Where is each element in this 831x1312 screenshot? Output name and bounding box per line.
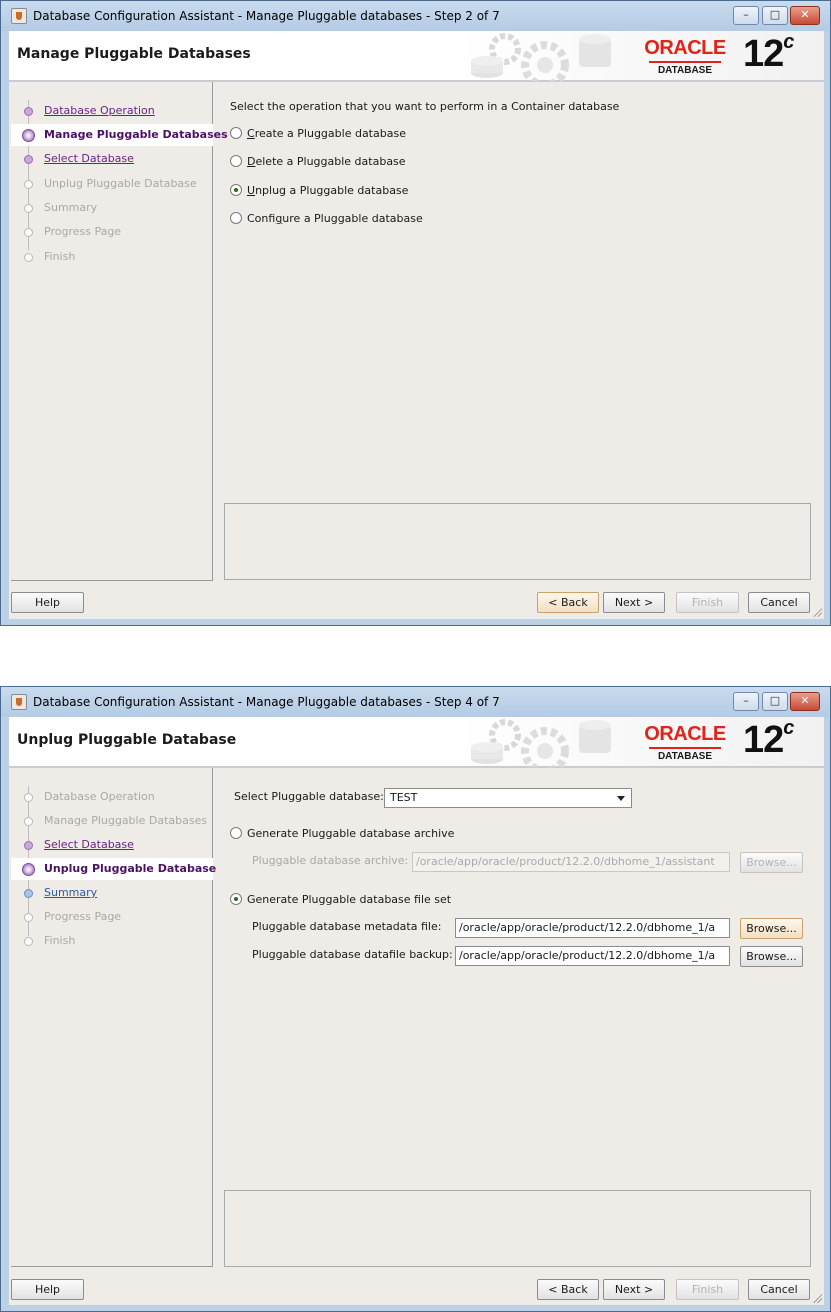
next-button[interactable]: Next > — [603, 592, 665, 613]
radio-icon[interactable] — [230, 212, 242, 224]
java-app-icon — [11, 694, 27, 710]
window-title: Database Configuration Assistant - Manag… — [33, 9, 500, 23]
nav-step-select-database[interactable]: Select Database — [11, 148, 213, 170]
nav-step-unplug-pluggable-database: Unplug Pluggable Database — [11, 173, 213, 195]
maximize-button[interactable]: □ — [762, 692, 788, 711]
archive-label: Pluggable database archive: — [252, 854, 409, 867]
step-dot-icon — [24, 155, 33, 164]
main-panel: Select the operation that you want to pe… — [224, 82, 824, 581]
nav-step-manage-pluggable-databases: Manage Pluggable Databases — [11, 810, 213, 832]
message-area — [224, 503, 811, 580]
radio-delete-pdb[interactable]: Delete a Pluggable database — [230, 154, 406, 170]
help-button[interactable]: Help — [11, 592, 84, 613]
radio-configure-pdb[interactable]: Configure a Pluggable database — [230, 211, 423, 227]
step-dot-icon — [24, 180, 33, 189]
radio-icon[interactable] — [230, 155, 242, 167]
page-title: Unplug Pluggable Database — [17, 732, 237, 748]
radio-icon[interactable] — [230, 127, 242, 139]
radio-selected-icon[interactable] — [230, 893, 242, 905]
radio-unplug-pdb[interactable]: Unplug a Pluggable database — [230, 183, 408, 199]
nav-step-database-operation[interactable]: Database Operation — [11, 100, 213, 122]
radio-selected-icon[interactable] — [230, 184, 242, 196]
step-dot-icon — [24, 107, 33, 116]
resize-grip-icon[interactable] — [812, 607, 822, 617]
version-logo: 12c — [743, 31, 794, 75]
radio-create-pdb[interactable]: Create a Pluggable database — [230, 126, 406, 142]
window-title: Database Configuration Assistant - Manag… — [33, 695, 500, 709]
maximize-button[interactable]: □ — [762, 6, 788, 25]
datafile-browse-button[interactable]: Browse... — [740, 946, 803, 967]
message-area — [224, 1190, 811, 1267]
nav-step-database-operation: Database Operation — [11, 786, 213, 808]
nav-step-summary[interactable]: Summary — [11, 882, 213, 904]
page-title: Manage Pluggable Databases — [17, 46, 251, 62]
close-button[interactable]: ✕ — [790, 6, 820, 25]
nav-step-finish: Finish — [11, 930, 213, 952]
metadata-browse-button[interactable]: Browse... — [740, 918, 803, 939]
minimize-button[interactable]: – — [733, 692, 759, 711]
gears-decoration-icon — [471, 719, 611, 767]
nav-step-unplug-pluggable-database[interactable]: Unplug Pluggable Database — [11, 858, 216, 880]
nav-step-select-database[interactable]: Select Database — [11, 834, 213, 856]
finish-button: Finish — [676, 1279, 739, 1300]
gears-decoration-icon — [471, 33, 611, 81]
step-dot-icon — [24, 937, 33, 946]
title-bar[interactable]: Database Configuration Assistant - Manag… — [1, 1, 830, 31]
operation-prompt: Select the operation that you want to pe… — [230, 100, 620, 113]
chevron-down-icon — [617, 796, 625, 801]
dbca-window-step2: Database Configuration Assistant - Manag… — [0, 0, 831, 626]
close-button[interactable]: ✕ — [790, 692, 820, 711]
step-dot-icon — [24, 817, 33, 826]
step-navigator: Database Operation Manage Pluggable Data… — [11, 82, 228, 581]
radio-generate-file-set[interactable]: Generate Pluggable database file set — [230, 892, 451, 908]
pdb-select-dropdown[interactable]: TEST — [384, 788, 632, 808]
back-button[interactable]: < Back — [537, 592, 599, 613]
oracle-logo: ORACLE DATABASE — [644, 723, 726, 762]
nav-step-finish: Finish — [11, 246, 213, 268]
oracle-logo: ORACLE DATABASE — [644, 37, 726, 76]
datafile-backup-field[interactable]: /oracle/app/oracle/product/12.2.0/dbhome… — [455, 946, 730, 966]
archive-path-field: /oracle/app/oracle/product/12.2.0/dbhome… — [412, 852, 730, 872]
current-step-icon — [22, 129, 35, 142]
title-bar[interactable]: Database Configuration Assistant - Manag… — [1, 687, 830, 717]
archive-browse-button: Browse... — [740, 852, 803, 873]
back-button[interactable]: < Back — [537, 1279, 599, 1300]
content-area: Database Operation Manage Pluggable Data… — [9, 768, 824, 1305]
next-button[interactable]: Next > — [603, 1279, 665, 1300]
step-dot-icon — [24, 841, 33, 850]
step-dot-icon — [24, 204, 33, 213]
nav-step-progress-page: Progress Page — [11, 221, 213, 243]
cancel-button[interactable]: Cancel — [748, 1279, 810, 1300]
content-area: Database Operation Manage Pluggable Data… — [9, 82, 824, 619]
main-panel: Select Pluggable database: TEST Generate… — [224, 768, 824, 1267]
step-navigator: Database Operation Manage Pluggable Data… — [11, 768, 216, 1267]
nav-step-progress-page: Progress Page — [11, 906, 213, 928]
current-step-icon — [22, 863, 35, 876]
select-pdb-label: Select Pluggable database: — [234, 790, 384, 803]
cancel-button[interactable]: Cancel — [748, 592, 810, 613]
version-logo: 12c — [743, 717, 794, 761]
metadata-file-field[interactable]: /oracle/app/oracle/product/12.2.0/dbhome… — [455, 918, 730, 938]
resize-grip-icon[interactable] — [812, 1293, 822, 1303]
nav-step-manage-pluggable-databases[interactable]: Manage Pluggable Databases — [11, 124, 228, 146]
step-dot-icon — [24, 913, 33, 922]
datafile-backup-label: Pluggable database datafile backup: — [252, 948, 453, 961]
radio-generate-archive[interactable]: Generate Pluggable database archive — [230, 826, 454, 842]
step-dot-icon — [24, 228, 33, 237]
minimize-button[interactable]: – — [733, 6, 759, 25]
header-banner: Unplug Pluggable Database ORACLE DATABAS… — [9, 717, 824, 767]
dbca-window-step4: Database Configuration Assistant - Manag… — [0, 686, 831, 1312]
nav-step-summary: Summary — [11, 197, 213, 219]
finish-button: Finish — [676, 592, 739, 613]
java-app-icon — [11, 8, 27, 24]
step-dot-icon — [24, 793, 33, 802]
step-dot-icon — [24, 253, 33, 262]
radio-icon[interactable] — [230, 827, 242, 839]
header-banner: Manage Pluggable Databases ORACLE DATABA… — [9, 31, 824, 81]
step-dot-icon — [24, 889, 33, 898]
help-button[interactable]: Help — [11, 1279, 84, 1300]
metadata-file-label: Pluggable database metadata file: — [252, 920, 442, 933]
